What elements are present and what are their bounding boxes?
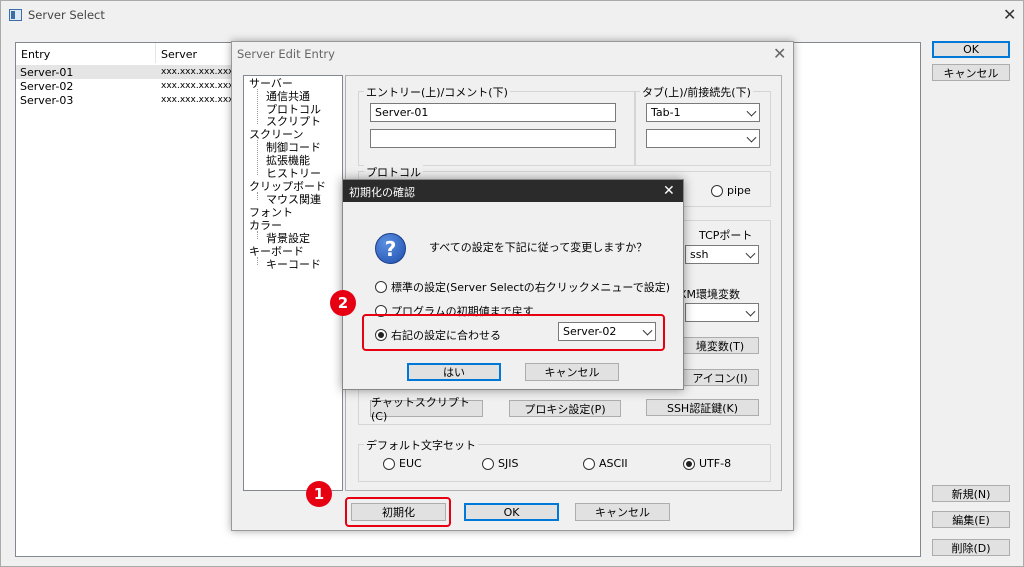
table-row[interactable]: Server-02 xxx.xxx.xxx.xxx (16, 79, 236, 93)
radio-indicator (683, 457, 695, 470)
charset-label: SJIS (498, 457, 519, 470)
tree-item-history[interactable]: ヒストリー (266, 168, 321, 180)
tree-item-control[interactable]: 制御コード (266, 142, 321, 154)
charset-radio-sjis[interactable]: SJIS (482, 457, 518, 470)
confirm-title: 初期化の確認 (349, 186, 415, 199)
entry-group-label: エントリー(上)/コメント(下) (364, 84, 510, 100)
row-server: xxx.xxx.xxx.xxx (161, 95, 234, 105)
step-marker-1: 1 (306, 481, 332, 507)
tcp-port-value: ssh (690, 248, 709, 261)
tab-select-value: Tab-1 (651, 106, 681, 119)
edit-button[interactable]: 編集(E) (932, 511, 1010, 528)
tree-item-clipboard[interactable]: クリップボード (249, 181, 326, 193)
chevron-down-icon (746, 106, 757, 117)
charset-radio-ascii[interactable]: ASCII (583, 457, 628, 470)
tab-select[interactable]: Tab-1 (646, 103, 760, 122)
chat-script-button[interactable]: チャットスクリプト(C) (370, 396, 483, 423)
charset-label: UTF-8 (699, 457, 732, 470)
chevron-down-icon (746, 132, 757, 143)
app-icon (9, 9, 22, 21)
main-cancel-button[interactable]: キャンセル (932, 64, 1010, 81)
confirm-cancel-button[interactable]: キャンセル (525, 363, 619, 381)
tree-item-background[interactable]: 背景設定 (266, 233, 310, 245)
pipe-radio-label: pipe (727, 184, 751, 197)
comment-input[interactable] (370, 129, 616, 148)
chevron-down-icon (745, 248, 756, 259)
charset-radio-utf8[interactable]: UTF-8 (683, 457, 731, 470)
radio-indicator (375, 281, 387, 293)
settings-tree[interactable]: サーバー 通信共通 プロトコル スクリプト スクリーン 制御コード 拡張機能 ヒ… (243, 75, 343, 491)
close-icon[interactable]: ✕ (1003, 7, 1016, 23)
proxy-button[interactable]: プロキシ設定(P) (509, 400, 621, 417)
row-server: xxx.xxx.xxx.xxx (161, 67, 234, 77)
tree-item-script[interactable]: スクリプト (266, 116, 321, 128)
delete-button[interactable]: 削除(D) (932, 539, 1010, 556)
tree-item-font[interactable]: フォント (249, 207, 293, 219)
table-row[interactable]: Server-01 xxx.xxx.xxx.xxx (16, 65, 236, 79)
new-button[interactable]: 新規(N) (932, 485, 1010, 502)
charset-label: EUC (399, 457, 422, 470)
prev-connection-select[interactable] (646, 129, 760, 148)
close-icon[interactable]: ✕ (663, 183, 675, 199)
edit-ok-button[interactable]: OK (464, 503, 559, 521)
tree-item-extension[interactable]: 拡張機能 (266, 155, 310, 167)
radio-indicator (383, 457, 395, 470)
charset-label: ASCII (599, 457, 628, 470)
env-label: XM環境変数 (679, 288, 741, 301)
icon-button[interactable]: アイコン(I) (681, 369, 759, 386)
pipe-radio[interactable]: pipe (711, 184, 751, 197)
step-marker-2: 2 (330, 290, 356, 316)
table-row[interactable]: Server-03 xxx.xxx.xxx.xxx (16, 93, 236, 107)
tree-item-mouse[interactable]: マウス関連 (266, 194, 321, 206)
entry-name-input[interactable]: Server-01 (370, 103, 616, 122)
charset-radio-euc[interactable]: EUC (383, 457, 422, 470)
highlight-init-button (345, 497, 451, 527)
radio-indicator (583, 457, 595, 470)
close-icon[interactable]: ✕ (773, 46, 786, 62)
ssh-auth-button[interactable]: SSH認証鍵(K) (646, 399, 759, 416)
env-select[interactable] (685, 303, 759, 322)
tree-item-comm[interactable]: 通信共通 (266, 91, 310, 103)
tcp-port-label: TCPポート (699, 229, 753, 242)
main-ok-button[interactable]: OK (932, 41, 1010, 58)
protocol-group-label: プロトコル (364, 164, 423, 180)
charset-group-label: デフォルト文字セット (364, 437, 478, 453)
window-title: Server Select (28, 8, 105, 22)
column-header-server[interactable]: Server (161, 48, 197, 61)
edit-dialog-title: Server Edit Entry (237, 47, 335, 61)
row-server: xxx.xxx.xxx.xxx (161, 81, 234, 91)
option-default-radio[interactable]: 標準の設定(Server Selectの右クリックメニューで設定) (375, 279, 670, 295)
confirm-message: すべての設定を下記に従って変更しますか？ (429, 241, 648, 254)
radio-indicator (482, 457, 494, 470)
env-button[interactable]: 境変数(T) (681, 337, 759, 354)
yes-button[interactable]: はい (407, 363, 501, 381)
chevron-down-icon (745, 306, 756, 317)
tree-item-color[interactable]: カラー (249, 220, 282, 232)
row-entry: Server-02 (20, 80, 74, 93)
confirm-title-bar: 初期化の確認 ✕ (343, 180, 683, 202)
question-icon: ? (375, 233, 406, 264)
row-entry: Server-01 (20, 66, 74, 79)
confirm-dialog: 初期化の確認 ✕ ? すべての設定を下記に従って変更しますか？ 標準の設定(Se… (342, 179, 684, 390)
tree-item-server[interactable]: サーバー (249, 78, 293, 90)
radio-indicator (711, 184, 723, 197)
tree-item-keycode[interactable]: キーコード (266, 259, 321, 271)
row-entry: Server-03 (20, 94, 74, 107)
column-header-entry[interactable]: Entry (21, 48, 50, 61)
highlight-match-option (362, 314, 665, 351)
tab-group-label: タブ(上)/前接続先(下) (640, 84, 753, 100)
edit-cancel-button[interactable]: キャンセル (575, 503, 670, 521)
tcp-port-select[interactable]: ssh (685, 245, 759, 264)
option-default-label: 標準の設定(Server Selectの右クリックメニューで設定) (391, 281, 670, 294)
